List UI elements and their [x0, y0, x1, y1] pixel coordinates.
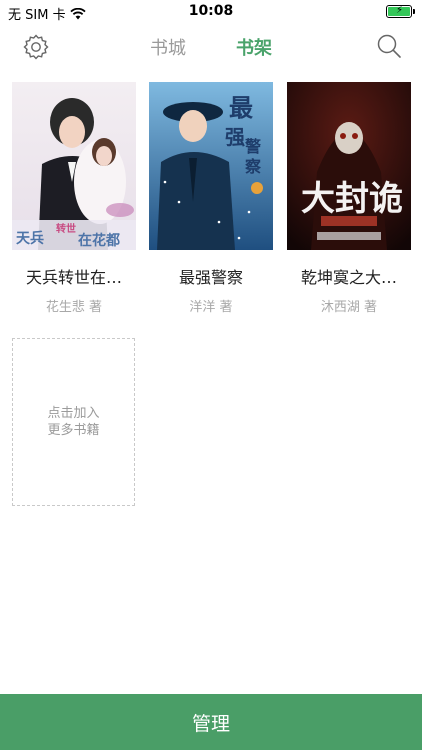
battery-tip: [413, 9, 415, 14]
book-item[interactable]: 最 强 警 察 最强警察 洋洋 著: [149, 82, 273, 315]
book-author: 花生悲 著: [45, 300, 103, 315]
book-item[interactable]: 大封诡 乾坤寞之大… 沐西湖 著: [287, 82, 411, 315]
charging-bolt-icon: ⚡: [396, 5, 404, 16]
manage-button[interactable]: 管理: [0, 694, 422, 750]
svg-text:强: 强: [225, 125, 245, 149]
book-title: 天兵转世在…: [25, 268, 122, 287]
book-title: 乾坤寞之大…: [300, 268, 397, 287]
battery-icon: ⚡: [386, 5, 415, 18]
book-author: 沐西湖 著: [320, 300, 378, 315]
book-cover-art: 天兵 转世 在花都: [12, 82, 136, 250]
tab-bookshelf[interactable]: 书架: [236, 34, 272, 60]
manage-label: 管理: [191, 712, 230, 735]
book-item[interactable]: 天兵 转世 在花都 天兵转世在… 花生悲 著: [12, 82, 136, 315]
book-author: 洋洋 著: [189, 300, 233, 315]
tab-bar: 书城 书架: [0, 34, 422, 60]
battery-fill: ⚡: [388, 5, 410, 16]
status-time: 10:08: [188, 3, 234, 19]
book-cover-art: 大封诡: [287, 82, 411, 250]
tab-bookstore[interactable]: 书城: [150, 34, 186, 60]
book-title: 最强警察: [178, 268, 243, 287]
book-cover-image: 大封诡: [287, 82, 411, 250]
svg-text:天兵: 天兵: [16, 230, 44, 247]
svg-text:转世: 转世: [56, 222, 76, 235]
book-cover-art: 最 强 警 察: [149, 82, 273, 250]
book-cover-image: 天兵 转世 在花都: [12, 82, 136, 250]
svg-text:在花都: 在花都: [78, 232, 120, 249]
nav-bar: 书城 书架: [0, 24, 422, 68]
book-cover-image: 最 强 警 察: [149, 82, 273, 250]
svg-text:警: 警: [244, 137, 261, 156]
bookshelf-screen: 无 SIM 卡 10:08 ⚡ 书城 书架 天兵 转世 在花都 天兵转世在… 花…: [0, 0, 422, 750]
add-more-books-button[interactable]: 点击加入 更多书籍: [12, 338, 135, 506]
svg-text:最: 最: [229, 94, 254, 122]
svg-text:察: 察: [244, 157, 262, 176]
svg-text:大封诡: 大封诡: [301, 179, 403, 219]
search-icon[interactable]: [376, 33, 402, 59]
status-bar: 无 SIM 卡 10:08 ⚡: [0, 0, 422, 24]
add-card-line-2: 更多书籍: [47, 423, 100, 438]
add-card-line-1: 点击加入: [47, 406, 100, 421]
